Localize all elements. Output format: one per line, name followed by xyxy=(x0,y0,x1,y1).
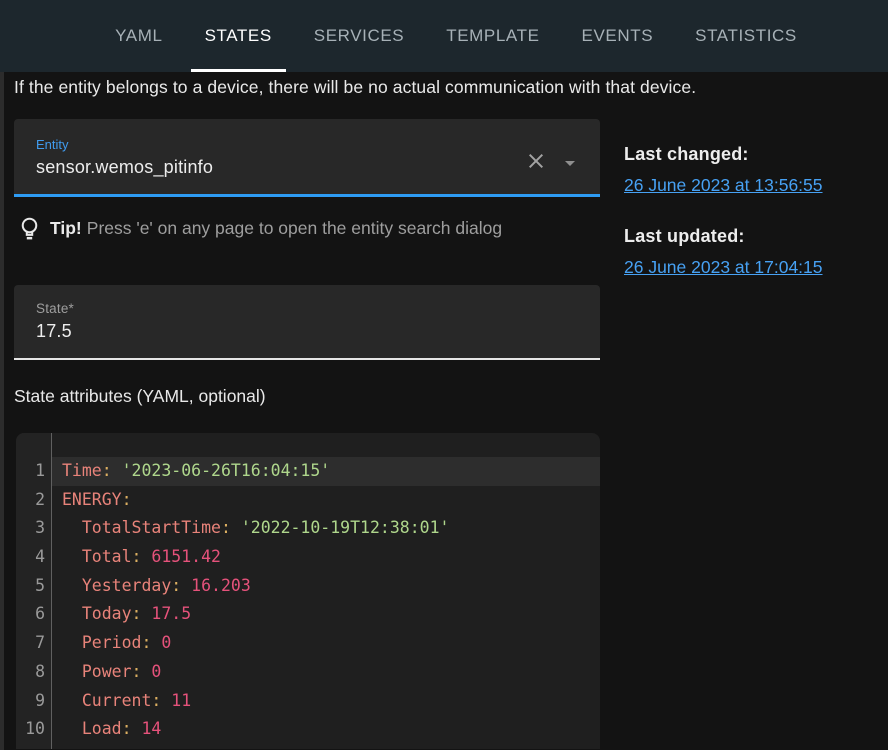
tip-label: Tip! xyxy=(50,218,82,239)
line-number: 1 xyxy=(16,457,51,486)
tab-template[interactable]: TEMPLATE xyxy=(430,0,555,72)
states-panel: If the entity belongs to a device, there… xyxy=(0,76,888,749)
last-changed-block: Last changed: 26 June 2023 at 13:56:55 xyxy=(624,144,823,196)
developer-tools-tab-bar: YAMLSTATESSERVICESTEMPLATEEVENTSSTATISTI… xyxy=(0,0,888,72)
tip-row: Tip! Press 'e' on any page to open the e… xyxy=(14,215,600,242)
lightbulb-icon xyxy=(16,215,43,242)
state-field[interactable]: State* 17.5 xyxy=(14,285,600,360)
code-line[interactable]: ENERGY: xyxy=(52,486,600,515)
editor-gutter: 12345678910 xyxy=(16,433,52,749)
state-field-label: State* xyxy=(36,301,584,316)
tab-yaml[interactable]: YAML xyxy=(99,0,178,72)
line-number: 7 xyxy=(16,629,51,658)
line-number: 4 xyxy=(16,543,51,572)
info-banner: If the entity belongs to a device, there… xyxy=(14,76,874,99)
close-icon[interactable] xyxy=(524,149,548,173)
content-row: Entity sensor.wemos_pitinfo Tip! xyxy=(0,119,888,749)
code-line[interactable]: Current: 11 xyxy=(52,687,600,716)
chevron-down-icon[interactable] xyxy=(558,151,582,175)
entity-field-label: Entity xyxy=(36,137,510,152)
active-tab-indicator xyxy=(191,69,286,72)
attributes-label: State attributes (YAML, optional) xyxy=(14,386,600,407)
line-number: 10 xyxy=(16,715,51,744)
left-edge-strip xyxy=(0,72,4,750)
last-updated-label: Last updated: xyxy=(624,226,823,247)
code-line[interactable]: Yesterday: 16.203 xyxy=(52,572,600,601)
code-line[interactable]: TotalStartTime: '2022-10-19T12:38:01' xyxy=(52,514,600,543)
state-input[interactable]: 17.5 xyxy=(36,321,584,342)
line-number: 2 xyxy=(16,486,51,515)
line-number: 3 xyxy=(16,514,51,543)
line-number: 5 xyxy=(16,572,51,601)
last-updated-link[interactable]: 26 June 2023 at 17:04:15 xyxy=(624,257,823,278)
last-changed-label: Last changed: xyxy=(624,144,823,165)
entity-field[interactable]: Entity sensor.wemos_pitinfo xyxy=(14,119,600,197)
entity-details: Last changed: 26 June 2023 at 13:56:55 L… xyxy=(624,119,823,308)
editor-code[interactable]: Time: '2023-06-26T16:04:15'ENERGY: Total… xyxy=(52,433,600,749)
line-number: 9 xyxy=(16,687,51,716)
line-number: 6 xyxy=(16,600,51,629)
tab-states[interactable]: STATES xyxy=(189,0,288,72)
tab-events[interactable]: EVENTS xyxy=(566,0,670,72)
last-changed-link[interactable]: 26 June 2023 at 13:56:55 xyxy=(624,175,823,196)
code-line[interactable]: Power: 0 xyxy=(52,658,600,687)
code-line[interactable]: Period: 0 xyxy=(52,629,600,658)
code-line[interactable]: Time: '2023-06-26T16:04:15' xyxy=(52,457,600,486)
tab-statistics[interactable]: STATISTICS xyxy=(679,0,813,72)
last-updated-block: Last updated: 26 June 2023 at 17:04:15 xyxy=(624,226,823,278)
code-line[interactable]: Load: 14 xyxy=(52,715,600,744)
tab-services[interactable]: SERVICES xyxy=(298,0,420,72)
code-line[interactable]: Today: 17.5 xyxy=(52,600,600,629)
yaml-editor[interactable]: 12345678910 Time: '2023-06-26T16:04:15'E… xyxy=(16,433,600,749)
tab-list: YAMLSTATESSERVICESTEMPLATEEVENTSSTATISTI… xyxy=(99,0,813,72)
tip-text: Press 'e' on any page to open the entity… xyxy=(87,218,502,239)
entity-input[interactable]: sensor.wemos_pitinfo xyxy=(36,157,510,178)
code-line[interactable]: Total: 6151.42 xyxy=(52,543,600,572)
line-number: 8 xyxy=(16,658,51,687)
state-form: Entity sensor.wemos_pitinfo Tip! xyxy=(14,119,600,749)
